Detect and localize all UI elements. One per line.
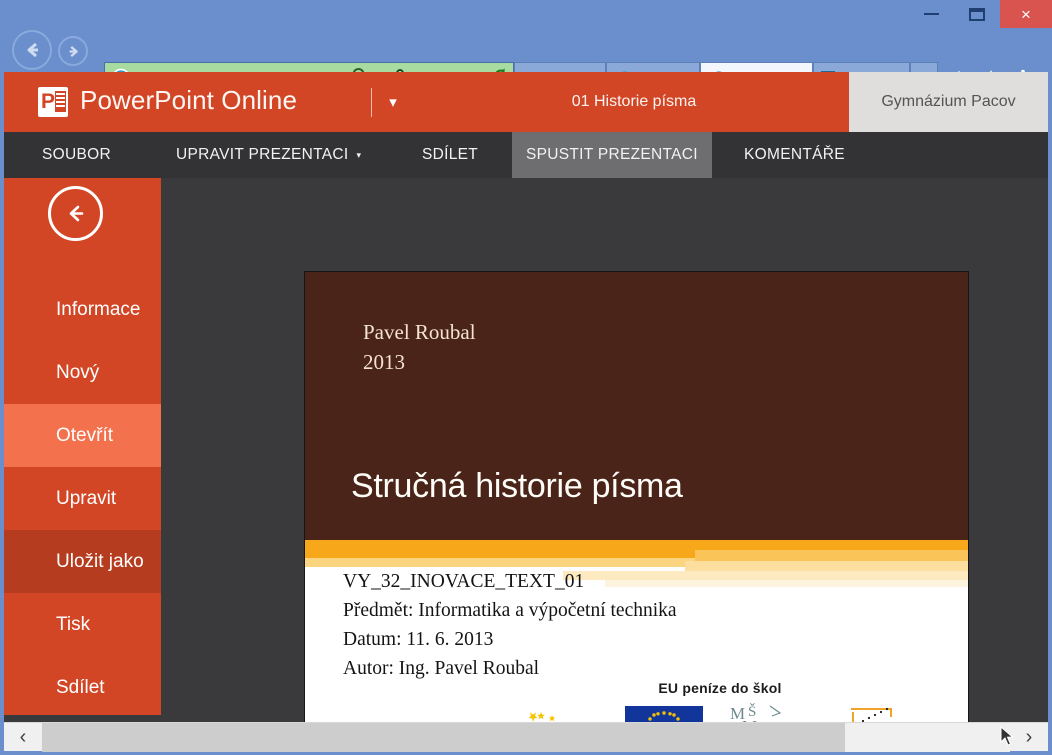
menu-item-komentare[interactable]: KOMENTÁŘE bbox=[730, 132, 859, 178]
eu-program-title: EU peníze do škol bbox=[658, 680, 782, 696]
close-window-button[interactable]: × bbox=[1000, 0, 1052, 28]
sidebar-item-informace[interactable]: Informace bbox=[4, 278, 161, 341]
browser-forward-button[interactable] bbox=[58, 36, 88, 66]
sidebar-item-label: Upravit bbox=[56, 487, 117, 509]
minimize-icon bbox=[923, 13, 939, 15]
slide-title: Stručná historie písma bbox=[351, 467, 683, 505]
scrollbar-track[interactable] bbox=[42, 722, 1010, 752]
slide-author-name: Pavel Roubal bbox=[363, 320, 476, 344]
menu-item-soubor[interactable]: SOUBOR bbox=[28, 132, 125, 178]
scrollbar-thumb[interactable] bbox=[42, 722, 845, 752]
sidebar-item-otevrit[interactable]: Otevřít bbox=[4, 404, 161, 467]
close-icon: × bbox=[1021, 4, 1031, 24]
brand-divider bbox=[371, 88, 372, 117]
slide-meta-date: Datum: 11. 6. 2013 bbox=[343, 629, 494, 650]
slide-decor-stripe-1 bbox=[695, 550, 968, 561]
sidebar-item-novy[interactable]: Nový bbox=[4, 341, 161, 404]
menu-item-spustit-prezentaci[interactable]: SPUSTIT PREZENTACI bbox=[512, 132, 712, 178]
sidebar-item-label: Tisk bbox=[56, 613, 91, 635]
sidebar-item-tisk[interactable]: Tisk bbox=[4, 593, 161, 656]
slide-meta-subject: Předmět: Informatika a výpočetní technik… bbox=[343, 600, 677, 621]
powerpoint-logo-icon: P bbox=[38, 87, 68, 117]
app-launcher-chevron-down-icon[interactable]: ▾ bbox=[382, 92, 404, 114]
back-arrow-circle-icon[interactable] bbox=[48, 186, 103, 241]
menu-item-upravit-prezentaci[interactable]: UPRAVIT PREZENTACI ▾ bbox=[162, 132, 375, 178]
minimize-button[interactable] bbox=[908, 0, 954, 28]
forward-arrow-icon bbox=[69, 45, 78, 57]
app-body: Informace Nový Otevřít Upravit Uložit ja… bbox=[4, 178, 1048, 751]
brand-title: PowerPoint Online bbox=[80, 85, 298, 115]
logo-doc-glyph bbox=[55, 91, 66, 112]
sidebar-item-label: Uložit jako bbox=[56, 550, 144, 572]
sidebar-item-label: Nový bbox=[56, 361, 100, 383]
slide-author-year: 2013 bbox=[363, 350, 405, 374]
slide-meta-author: Autor: Ing. Pavel Roubal bbox=[343, 658, 540, 679]
menu-label: UPRAVIT PREZENTACI bbox=[176, 146, 349, 163]
sidebar-item-label: Informace bbox=[56, 298, 141, 320]
back-arrow-icon bbox=[27, 42, 38, 58]
maximize-icon bbox=[969, 7, 985, 21]
sidebar-item-upravit[interactable]: Upravit bbox=[4, 467, 161, 530]
chevron-down-icon: ▾ bbox=[356, 149, 362, 160]
slide-author-block: Pavel Roubal 2013 bbox=[363, 317, 476, 377]
account-name[interactable]: Gymnázium Pacov bbox=[849, 72, 1048, 132]
sidebar-item-ulozit-jako[interactable]: Uložit jako bbox=[4, 530, 161, 593]
sidebar-item-sdilet[interactable]: Sdílet bbox=[4, 656, 161, 719]
browser-back-button[interactable] bbox=[12, 30, 52, 70]
slide-meta-code: VY_32_INOVACE_TEXT_01 bbox=[343, 571, 585, 592]
scroll-right-button[interactable]: › bbox=[1010, 723, 1048, 752]
mouse-cursor bbox=[1000, 726, 1014, 746]
browser-window: × e https://onedrive.live.com/vie bbox=[0, 0, 1052, 755]
backstage-nav: Informace Nový Otevřít Upravit Uložit ja… bbox=[4, 178, 161, 715]
powerpoint-online-app: P PowerPoint Online ▾ 01 Historie písma … bbox=[4, 72, 1048, 751]
horizontal-scrollbar[interactable]: ‹ › bbox=[4, 722, 1048, 752]
logo-letter: P bbox=[41, 90, 56, 113]
app-header: P PowerPoint Online ▾ 01 Historie písma … bbox=[4, 72, 1048, 132]
menu-label: SOUBOR bbox=[42, 146, 111, 163]
menu-label: KOMENTÁŘE bbox=[744, 146, 845, 163]
browser-navbar: e https://onedrive.live.com/vie ▾ Micros… bbox=[0, 28, 1052, 95]
sidebar-item-label: Otevřít bbox=[56, 424, 114, 446]
sidebar-item-label: Sdílet bbox=[56, 676, 105, 698]
window-titlebar: × bbox=[0, 0, 1052, 28]
slide-preview[interactable]: Pavel Roubal 2013 Stručná historie písma… bbox=[304, 271, 969, 751]
menu-label: SPUSTIT PREZENTACI bbox=[526, 146, 698, 163]
menu-item-sdilet[interactable]: SDÍLET bbox=[408, 132, 492, 178]
slide-upper-panel: Pavel Roubal 2013 Stručná historie písma bbox=[305, 272, 968, 540]
menu-label: SDÍLET bbox=[422, 146, 479, 163]
slide-metadata-block: VY_32_INOVACE_TEXT_01 Předmět: Informati… bbox=[343, 567, 677, 683]
document-title: 01 Historie písma bbox=[571, 93, 697, 110]
scroll-left-button[interactable]: ‹ bbox=[4, 723, 42, 752]
maximize-button[interactable] bbox=[954, 0, 1000, 28]
